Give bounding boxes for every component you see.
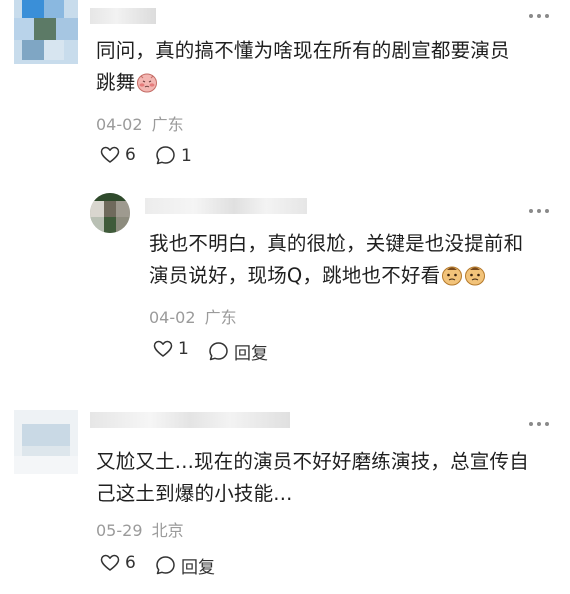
comment-meta: 04-02 广东 — [149, 304, 237, 328]
more-options-icon[interactable] — [529, 205, 553, 217]
avatar[interactable] — [14, 0, 78, 64]
reply-button[interactable]: 1 — [155, 145, 192, 166]
comment-date: 04-02 — [149, 308, 196, 327]
like-count: 1 — [178, 339, 189, 359]
shy-face-emoji — [137, 73, 158, 93]
heart-icon — [153, 340, 173, 357]
reply-count: 1 — [181, 145, 192, 166]
comment-location: 北京 — [151, 521, 184, 540]
reply-label: 回复 — [234, 344, 268, 364]
like-count: 6 — [125, 553, 136, 573]
comment-text: 同问，真的搞不懂为啥现在所有的剧宣都要演员 跳舞 — [96, 39, 510, 94]
reply-label: 回复 — [181, 558, 215, 578]
heart-icon — [100, 554, 120, 571]
avatar[interactable] — [90, 193, 130, 233]
username[interactable] — [90, 8, 156, 24]
comment-date: 05-29 — [96, 521, 143, 540]
reply-button[interactable]: 回复 — [155, 553, 215, 578]
awkward-face-emoji — [442, 266, 463, 286]
comment-bubble-icon — [209, 342, 228, 361]
like-button[interactable]: 6 — [100, 553, 136, 573]
comment-bubble-icon — [156, 146, 175, 165]
reply-button[interactable]: 回复 — [208, 339, 268, 364]
like-count: 6 — [125, 145, 136, 165]
comment-location: 广东 — [151, 115, 184, 134]
comment-text: 我也不明白，真的很尬，关键是也没提前和 演员说好，现场Q，跳地也不好看 — [149, 232, 524, 287]
comment-bubble-icon — [156, 556, 175, 575]
more-options-icon[interactable] — [529, 418, 553, 430]
avatar[interactable] — [14, 410, 78, 474]
username[interactable] — [145, 198, 307, 214]
comment-meta: 05-29 北京 — [96, 517, 184, 541]
like-button[interactable]: 1 — [153, 339, 189, 359]
username[interactable] — [90, 412, 290, 428]
heart-icon — [100, 146, 120, 163]
comment-date: 04-02 — [96, 115, 143, 134]
comment-location: 广东 — [204, 308, 237, 327]
awkward-face-emoji — [465, 266, 486, 286]
comment-text: 又尬又土...现在的演员不好好磨练演技，总宣传自 己这土到爆的小技能... — [96, 450, 529, 505]
more-options-icon[interactable] — [529, 10, 553, 22]
like-button[interactable]: 6 — [100, 145, 136, 165]
comment-meta: 04-02 广东 — [96, 111, 184, 135]
